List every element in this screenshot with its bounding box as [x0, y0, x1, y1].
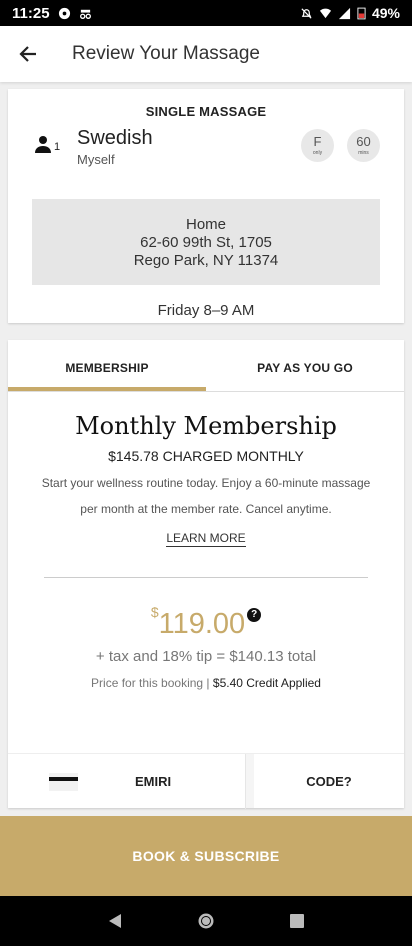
- credit-applied: $5.40 Credit Applied: [212, 676, 321, 690]
- person-count: 1: [34, 135, 60, 153]
- service-row: 1 Swedish Myself F only 60 mins: [8, 125, 404, 175]
- gender-preference-badge: F only: [301, 129, 334, 162]
- book-and-subscribe-button[interactable]: BOOK & SUBSCRIBE: [0, 816, 412, 896]
- learn-more-link[interactable]: LEARN MORE: [8, 531, 404, 547]
- payment-method-button[interactable]: EMIRI: [8, 754, 246, 809]
- battery-level: 49%: [371, 5, 400, 21]
- status-bar: 11:25 49%: [0, 0, 412, 26]
- credit-card-icon: [49, 772, 78, 791]
- message-icon: [58, 7, 70, 19]
- address-box: Home 62-60 99th St, 1705 Rego Park, NY 1…: [32, 199, 380, 285]
- tab-pay-as-you-go[interactable]: PAY AS YOU GO: [206, 340, 404, 391]
- nav-back-icon[interactable]: [107, 912, 123, 930]
- price-display: $119.00?: [8, 604, 404, 640]
- battery-icon: [357, 7, 366, 19]
- credit-note-label: Price for this booking |: [91, 676, 210, 690]
- price-total-line: + tax and 18% tip = $140.13 total: [95, 648, 317, 665]
- price-currency: $: [150, 604, 159, 620]
- back-button[interactable]: [0, 26, 56, 82]
- nav-recents-icon[interactable]: [289, 913, 305, 929]
- nav-home-icon[interactable]: [197, 912, 215, 930]
- promo-code-button[interactable]: CODE?: [254, 754, 404, 808]
- person-icon: [35, 136, 51, 153]
- incognito-icon: [79, 9, 91, 19]
- payment-options-card: MEMBERSHIP PAY AS YOU GO Monthly Members…: [8, 340, 404, 809]
- pricing-tabs: MEMBERSHIP PAY AS YOU GO: [8, 340, 404, 392]
- service-recipient: Myself: [77, 152, 115, 167]
- wifi-icon: [319, 8, 332, 18]
- system-nav-bar: [0, 896, 412, 946]
- credit-note: Price for this booking | $5.40 Credit Ap…: [8, 676, 404, 690]
- separator: [246, 754, 254, 808]
- page-title: Review Your Massage: [72, 43, 260, 64]
- plan-description: Start your wellness routine today. Enjoy…: [41, 476, 371, 516]
- address-street: 62-60 99th St, 1705: [140, 234, 272, 251]
- payment-row: EMIRI CODE?: [8, 753, 404, 809]
- duration-badge: 60 mins: [347, 129, 380, 162]
- app-bar: Review Your Massage: [0, 26, 412, 82]
- plan-name: Monthly Membership: [75, 412, 337, 440]
- back-arrow-icon: [19, 46, 36, 62]
- divider: [44, 577, 368, 578]
- help-icon[interactable]: ?: [247, 608, 262, 622]
- address-label: Home: [185, 216, 226, 233]
- mute-icon: [301, 7, 312, 19]
- price-amount: 119.00: [158, 608, 246, 640]
- service-name: Swedish: [77, 127, 153, 149]
- address-city: Rego Park, NY 11374: [133, 252, 279, 269]
- tab-membership[interactable]: MEMBERSHIP: [8, 340, 206, 391]
- section-title: SINGLE MASSAGE: [145, 104, 267, 119]
- signal-icon: [338, 7, 351, 19]
- booking-summary-card: SINGLE MASSAGE 1 Swedish Myself F only 6…: [8, 89, 404, 323]
- status-time: 11:25: [12, 4, 50, 22]
- payment-method-label: EMIRI: [135, 774, 172, 789]
- plan-charge: $145.78 CHARGED MONTHLY: [108, 448, 304, 464]
- appointment-time: Friday 8–9 AM: [157, 302, 255, 319]
